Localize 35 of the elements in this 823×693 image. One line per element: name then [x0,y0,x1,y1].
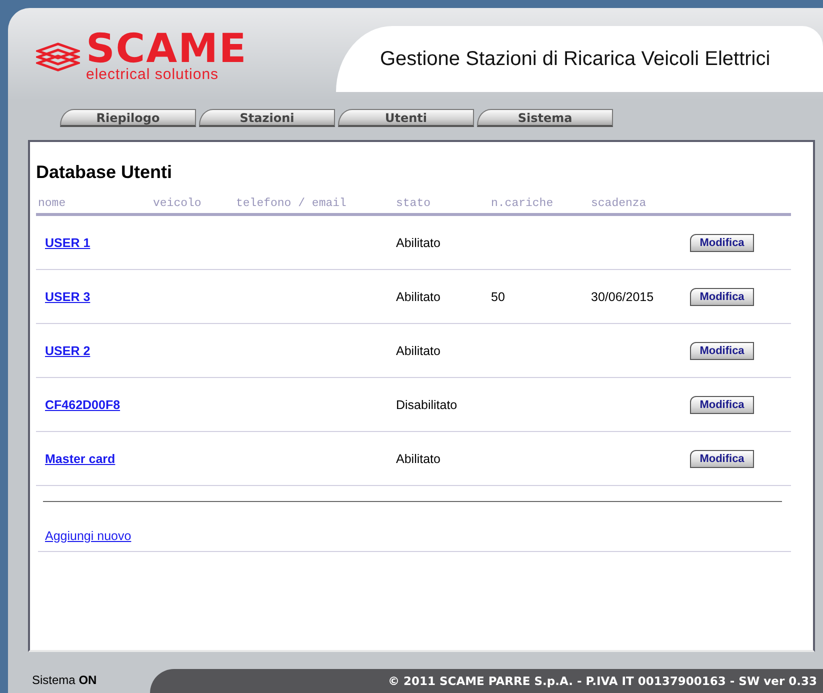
edit-button[interactable]: Modifica [690,288,754,306]
copyright-text: © 2011 SCAME PARRE S.p.A. - P.IVA IT 00137900163 - SW ver 0.33 [388,674,817,688]
edit-button[interactable]: Modifica [690,234,754,252]
status-text: Abilitato [396,290,440,304]
edit-button[interactable]: Modifica [690,342,754,360]
expiry-date: 30/06/2015 [591,290,654,304]
edit-button[interactable]: Modifica [690,396,754,414]
logo-name: SCAME [86,31,248,67]
user-link[interactable]: USER 2 [45,344,90,358]
add-new-link[interactable]: Aggiungi nuovo [45,529,132,543]
app-title: Gestione Stazioni di Ricarica Veicoli Elettrici [380,48,770,70]
nav-tab[interactable]: Sistema [477,109,613,127]
logo-icon [36,42,80,72]
edit-button[interactable]: Modifica [690,450,754,468]
user-link[interactable]: USER 3 [45,290,90,304]
system-status: Sistema ON [31,673,98,689]
user-link[interactable]: CF462D00F8 [45,398,120,412]
column-header: scadenza [589,197,688,216]
charge-count: 50 [491,290,505,304]
column-header: stato [394,197,489,216]
status-text: Abilitato [396,236,440,250]
status-text: Abilitato [396,452,440,466]
column-header: nome [36,197,151,216]
nav-tab[interactable]: Riepilogo [60,109,196,127]
nav-tab[interactable]: Utenti [338,109,474,127]
column-header: n.cariche [489,197,589,216]
nav-tab[interactable]: Stazioni [199,109,335,127]
user-link[interactable]: Master card [45,452,116,466]
status-text: Abilitato [396,344,440,358]
status-text: Disabilitato [396,398,458,412]
logo-tagline: electrical solutions [86,67,220,83]
column-header: veicolo [151,197,234,216]
column-header: telefono / email [234,197,394,216]
page-heading: Database Utenti [36,162,174,183]
user-link[interactable]: USER 1 [45,236,90,250]
